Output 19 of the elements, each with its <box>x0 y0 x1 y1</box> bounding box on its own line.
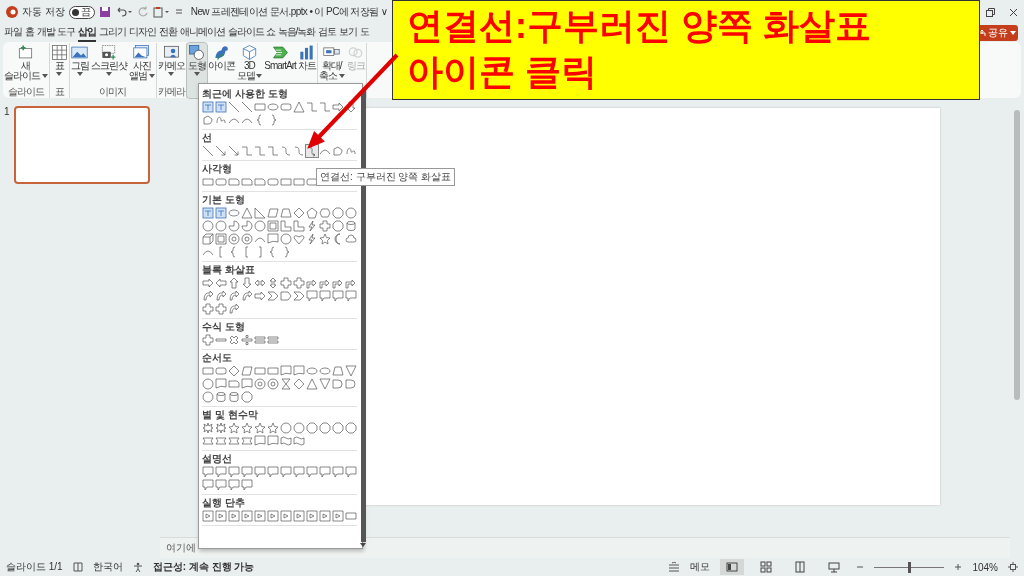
section-heading: 수식 도형 <box>202 321 245 333</box>
group-label: 슬라이드 <box>7 86 44 98</box>
section-heading: 블록 화살표 <box>202 264 255 276</box>
autosave-label: 자동 저장 <box>22 5 65 19</box>
callout-text: 연결선:구부러진 양쪽 화살표 <box>407 4 872 48</box>
callout-text: 아이콘 클릭 <box>407 50 598 94</box>
section-heading: 별 및 현수막 <box>202 409 258 421</box>
section-heading: 실행 단추 <box>202 497 245 509</box>
group-label: 카메라 <box>157 86 185 98</box>
slide-number: 1 <box>4 106 10 117</box>
tooltip: 연결선: 구부러진 양쪽 화살표 <box>316 168 456 186</box>
section-heading: 순서도 <box>202 352 232 364</box>
slide-counter: 슬라이드 1/1 <box>6 560 63 574</box>
section-heading: 사각형 <box>202 163 232 175</box>
group-label: 표 <box>54 86 64 98</box>
section-heading: 기본 도형 <box>202 194 245 206</box>
section-heading: 선 <box>202 132 212 144</box>
group-label: 이미지 <box>99 86 127 98</box>
section-heading: 설명선 <box>202 453 232 465</box>
